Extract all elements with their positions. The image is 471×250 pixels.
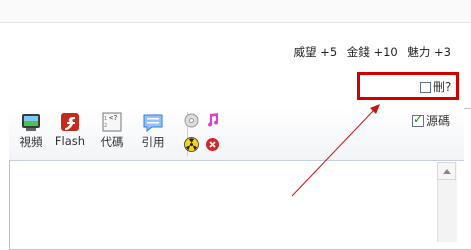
annotation-arrow	[291, 104, 380, 197]
